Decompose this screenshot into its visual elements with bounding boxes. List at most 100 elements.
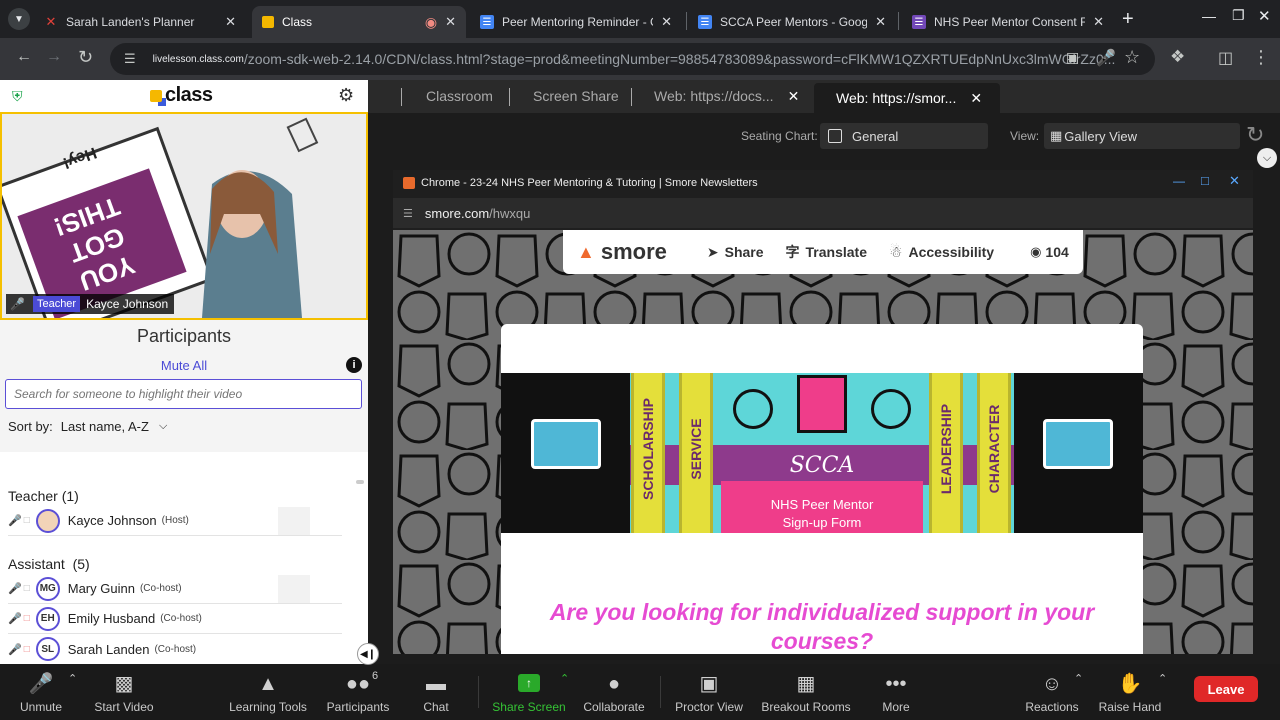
- close-tab-icon[interactable]: ✕: [875, 14, 886, 30]
- close-tab-icon[interactable]: ✕: [1093, 14, 1104, 30]
- share-options-chevron-icon[interactable]: ⌃: [560, 672, 569, 685]
- browser-tab[interactable]: ☰ Peer Mentoring Reminder - Goo ✕: [470, 6, 682, 38]
- camera-blocked-icon[interactable]: ▣: [1066, 49, 1079, 66]
- participant-action-box[interactable]: [278, 575, 310, 603]
- browser-tab[interactable]: ✕ Sarah Landen's Planner ✕: [34, 6, 246, 38]
- tab-web-docs[interactable]: Web: https://docs... ✕: [654, 88, 799, 105]
- scrollbar[interactable]: [356, 480, 364, 484]
- tab-search-button[interactable]: ▼: [8, 8, 30, 30]
- new-tab-icon[interactable]: +: [1122, 8, 1134, 31]
- close-tab-icon[interactable]: ✕: [661, 14, 672, 30]
- reactions-chevron-icon[interactable]: ⌃: [1074, 672, 1083, 685]
- back-icon[interactable]: ←: [16, 48, 32, 66]
- people-circle-icon: [871, 389, 911, 429]
- tab-classroom[interactable]: Classroom: [426, 88, 493, 104]
- camera-icon: □: [23, 515, 30, 526]
- participants-button[interactable]: ●● Participants: [326, 664, 390, 720]
- devices-illustration-left: [531, 419, 601, 469]
- google-docs-icon: ☰: [698, 15, 712, 29]
- reactions-button[interactable]: ☺ Reactions: [1022, 664, 1082, 720]
- share-screen-button[interactable]: ↑ Share Screen: [490, 664, 568, 720]
- close-window-icon[interactable]: ✕: [1229, 173, 1240, 189]
- participants-count-badge: 6: [372, 670, 379, 682]
- menu-icon[interactable]: ⋮: [1252, 47, 1270, 68]
- eye-icon: ◉: [1030, 244, 1042, 259]
- google-forms-icon: ☰: [912, 15, 926, 29]
- participant-action-box[interactable]: [278, 507, 310, 535]
- assistant-group-label: Assistant (5): [8, 556, 90, 572]
- site-info-icon: ☰: [403, 207, 413, 220]
- leave-button[interactable]: Leave: [1194, 676, 1258, 702]
- chat-icon: ▬: [426, 673, 446, 695]
- camera-off-red-icon: □: [23, 643, 30, 655]
- collapse-panel-button[interactable]: ◀❙: [357, 643, 379, 665]
- participant-search-input[interactable]: [5, 379, 362, 409]
- refresh-icon[interactable]: ↻: [1246, 122, 1264, 148]
- raise-hand-button[interactable]: ✋ Raise Hand: [1098, 664, 1162, 720]
- close-tab-icon[interactable]: ✕: [225, 14, 236, 30]
- start-video-button[interactable]: ▩ Start Video: [92, 664, 156, 720]
- teacher-video-tile[interactable]: Hey! YOU GOT THIS! 🎤 Teacher Kayce Johns…: [0, 112, 368, 320]
- participant-row[interactable]: 🎤 □ SL Sarah Landen (Co-host): [8, 634, 342, 664]
- close-tab-icon[interactable]: ✕: [445, 14, 456, 30]
- tab-web-smore-active[interactable]: Web: https://smor... ✕: [814, 83, 1000, 113]
- pillar-label: CHARACTER: [986, 404, 1002, 494]
- maximize-icon[interactable]: □: [1201, 173, 1209, 188]
- raise-hand-icon: ✋: [1117, 673, 1143, 695]
- devices-illustration-right: [1043, 419, 1113, 469]
- bookmark-star-icon[interactable]: ☆: [1124, 47, 1140, 68]
- view-select[interactable]: ▦ Gallery View: [1044, 123, 1240, 149]
- close-window-icon[interactable]: ✕: [1258, 7, 1271, 25]
- seating-chart-select[interactable]: General: [820, 123, 988, 149]
- close-icon[interactable]: ✕: [970, 90, 982, 107]
- learning-tools-button[interactable]: ▲ Learning Tools: [228, 664, 308, 720]
- expand-chevron-icon[interactable]: ⌵: [1257, 148, 1277, 168]
- sort-control[interactable]: Sort by: Last name, A-Z ⌵: [8, 419, 167, 434]
- site-info-icon[interactable]: ☰: [124, 51, 136, 67]
- class-logo-icon: [150, 89, 162, 102]
- info-icon[interactable]: i: [346, 357, 362, 373]
- breakout-rooms-button[interactable]: ▦ Breakout Rooms: [760, 664, 852, 720]
- collaborate-button[interactable]: ● Collaborate: [580, 664, 648, 720]
- restore-icon[interactable]: ❐: [1232, 7, 1245, 24]
- chat-button[interactable]: ▬ Chat: [416, 664, 456, 720]
- proctor-view-button[interactable]: ▣ Proctor View: [674, 664, 744, 720]
- unmute-button[interactable]: 🎤 Unmute: [16, 664, 66, 720]
- accessibility-button[interactable]: Accessibility: [908, 244, 994, 260]
- browser-tab[interactable]: ☰ SCCA Peer Mentors - Google D ✕: [688, 6, 896, 38]
- share-button[interactable]: Share: [725, 244, 764, 260]
- avatar: MG: [35, 576, 60, 601]
- side-panel-icon[interactable]: ◫: [1218, 48, 1233, 68]
- smore-flame-icon: ▲: [577, 241, 595, 262]
- lightbulb-icon: ●: [607, 673, 621, 695]
- address-bar[interactable]: ☰ livelesson.class.com/zoom-sdk-web-2.14…: [110, 43, 1155, 75]
- browser-tab-active[interactable]: Class ◉ ✕: [252, 6, 466, 38]
- banner-image: SCHOLARSHIP SERVICE LEADERSHIP CHARACTER…: [501, 373, 1143, 533]
- minimize-icon[interactable]: —: [1202, 8, 1216, 24]
- browser-tab-strip: ▼ ✕ Sarah Landen's Planner ✕ Class ◉ ✕ ☰…: [0, 0, 1280, 38]
- mic-off-icon: 🎤: [28, 673, 54, 695]
- accessibility-icon: ☃: [889, 244, 903, 261]
- microphone-icon[interactable]: 🎤: [1096, 48, 1116, 68]
- audio-options-chevron-icon[interactable]: ⌃: [68, 672, 77, 685]
- forward-icon[interactable]: →: [46, 48, 62, 66]
- raise-hand-chevron-icon[interactable]: ⌃: [1158, 672, 1167, 685]
- camera-off-red-icon: □: [23, 613, 30, 624]
- more-button[interactable]: ••• More: [876, 664, 916, 720]
- browser-tab[interactable]: ☰ NHS Peer Mentor Consent Forr ✕: [902, 6, 1114, 38]
- minimize-icon[interactable]: —: [1173, 174, 1185, 188]
- participant-row[interactable]: 🎤 □ EH Emily Husband (Co-host): [8, 604, 342, 634]
- translate-button[interactable]: Translate: [806, 244, 867, 260]
- pillar-label: LEADERSHIP: [938, 403, 954, 495]
- extensions-icon[interactable]: ❖: [1170, 47, 1185, 67]
- reload-icon[interactable]: ↻: [78, 47, 93, 68]
- tab-screen-share[interactable]: Screen Share: [533, 88, 619, 104]
- avatar: EH: [35, 606, 60, 631]
- class-icon: [262, 16, 274, 28]
- shared-address-bar[interactable]: ☰ smore.com/hwxqu: [393, 198, 1253, 228]
- class-logo: class: [150, 84, 213, 107]
- close-icon[interactable]: ✕: [788, 88, 800, 105]
- settings-gear-icon[interactable]: ⚙: [338, 85, 354, 106]
- mute-all-button[interactable]: Mute All: [0, 358, 368, 373]
- checkbox[interactable]: [828, 129, 842, 143]
